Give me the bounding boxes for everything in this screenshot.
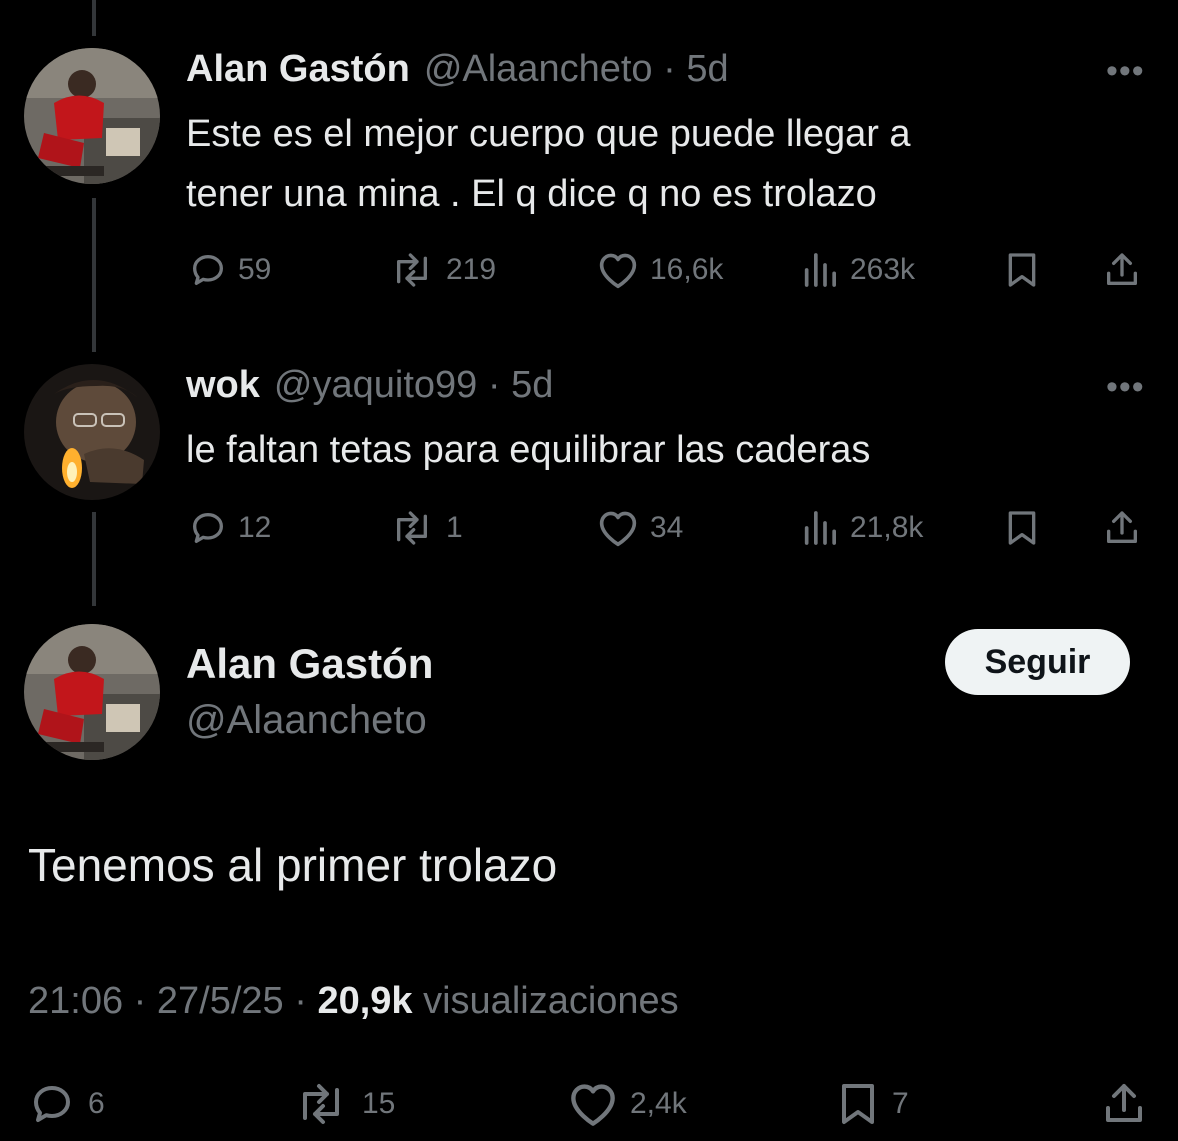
reply-count: 12: [238, 511, 272, 544]
more-icon[interactable]: •••: [1106, 368, 1145, 407]
tweet-text-line: Este es el mejor cuerpo que puede llegar…: [186, 113, 911, 155]
author-handle[interactable]: @Alaancheto: [424, 48, 653, 91]
retweet-icon: [397, 253, 428, 287]
tweet-time[interactable]: 5d: [686, 48, 728, 91]
retweet-button[interactable]: 15: [290, 1080, 395, 1128]
tweet-text: Este es el mejor cuerpo que puede llegar…: [186, 104, 911, 224]
tweet-time[interactable]: 5d: [511, 364, 553, 407]
avatar[interactable]: [24, 364, 160, 500]
retweet-count: 15: [362, 1087, 396, 1120]
reply-button[interactable]: 12: [188, 508, 271, 548]
views-count: 21,8k: [850, 511, 924, 544]
separator-dot: ·: [477, 364, 512, 406]
views-icon: [804, 511, 836, 545]
retweet-count: 1: [446, 511, 463, 544]
tweet-text: le faltan tetas para equilibrar las cade…: [186, 420, 870, 480]
bookmark-button[interactable]: [1002, 508, 1042, 548]
reply-icon: [193, 513, 223, 543]
separator-dot: ·: [283, 980, 318, 1022]
like-count: 16,6k: [650, 253, 724, 286]
share-button[interactable]: [1102, 250, 1142, 290]
like-button[interactable]: 2,4k: [566, 1080, 687, 1128]
views-icon: [804, 253, 836, 287]
thread-line-1: [92, 198, 96, 352]
tweet-text-line: tener una mina . El q dice q no es trola…: [186, 173, 877, 215]
share-icon: [1106, 1084, 1142, 1122]
thread-line-2: [92, 512, 96, 606]
separator-dot: ·: [652, 48, 687, 90]
tweet-text: Tenemos al primer trolazo: [28, 839, 558, 891]
retweet-icon: [397, 511, 428, 545]
heart-icon: [599, 253, 637, 289]
bookmark-icon: [842, 1084, 874, 1124]
like-button[interactable]: 16,6k: [596, 250, 723, 290]
tweet-header: Alan Gastón @Alaancheto · 5d: [186, 48, 729, 91]
heart-icon: [599, 511, 637, 547]
bookmark-icon: [1008, 511, 1036, 545]
like-count: 2,4k: [630, 1087, 687, 1120]
retweet-count: 219: [446, 253, 497, 286]
author-name[interactable]: Alan Gastón: [186, 48, 410, 91]
bookmark-button[interactable]: [1002, 250, 1042, 290]
reply-count: 6: [88, 1087, 105, 1120]
thread-line-top: [92, 0, 96, 36]
author-name[interactable]: Alan Gastón: [186, 640, 433, 688]
separator-dot: ·: [123, 980, 157, 1022]
retweet-button[interactable]: 1: [388, 508, 463, 548]
reply-icon: [34, 1086, 70, 1122]
views-count: 263k: [850, 253, 916, 286]
reply-button[interactable]: 59: [188, 250, 271, 290]
share-button[interactable]: [1102, 508, 1142, 548]
author-handle[interactable]: @yaquito99: [274, 364, 477, 407]
share-icon: [1107, 253, 1137, 285]
retweet-button[interactable]: 219: [388, 250, 496, 290]
author-name[interactable]: wok: [186, 364, 260, 407]
reply-count: 59: [238, 253, 272, 286]
author-handle[interactable]: @Alaancheto: [186, 698, 427, 743]
follow-button[interactable]: Seguir: [945, 629, 1130, 695]
views-count: 20,9k: [317, 980, 413, 1022]
retweet-icon: [303, 1084, 339, 1124]
tweet-header: wok @yaquito99 · 5d: [186, 364, 553, 407]
like-button[interactable]: 34: [596, 508, 683, 548]
reply-icon: [193, 255, 223, 285]
more-icon[interactable]: •••: [1106, 52, 1145, 91]
views-label: visualizaciones: [423, 980, 679, 1022]
heart-icon: [571, 1084, 615, 1126]
bookmark-count: 7: [892, 1087, 909, 1120]
tweet-date[interactable]: 27/5/25: [157, 980, 284, 1022]
tweet-meta: 21:06 · 27/5/25 · 20,9k visualizaciones: [28, 980, 679, 1023]
views-button[interactable]: 21,8k: [800, 508, 923, 548]
like-count: 34: [650, 511, 684, 544]
avatar[interactable]: [24, 48, 160, 184]
reply-button[interactable]: 6: [26, 1080, 105, 1128]
views-button[interactable]: 263k: [800, 250, 915, 290]
bookmark-icon: [1008, 253, 1036, 287]
share-button[interactable]: [1100, 1080, 1148, 1128]
bookmark-button[interactable]: 7: [834, 1080, 909, 1128]
tweet-text-line: le faltan tetas para equilibrar las cade…: [186, 429, 871, 471]
avatar[interactable]: [24, 624, 160, 760]
share-icon: [1107, 511, 1137, 543]
tweet-time[interactable]: 21:06: [28, 980, 123, 1022]
